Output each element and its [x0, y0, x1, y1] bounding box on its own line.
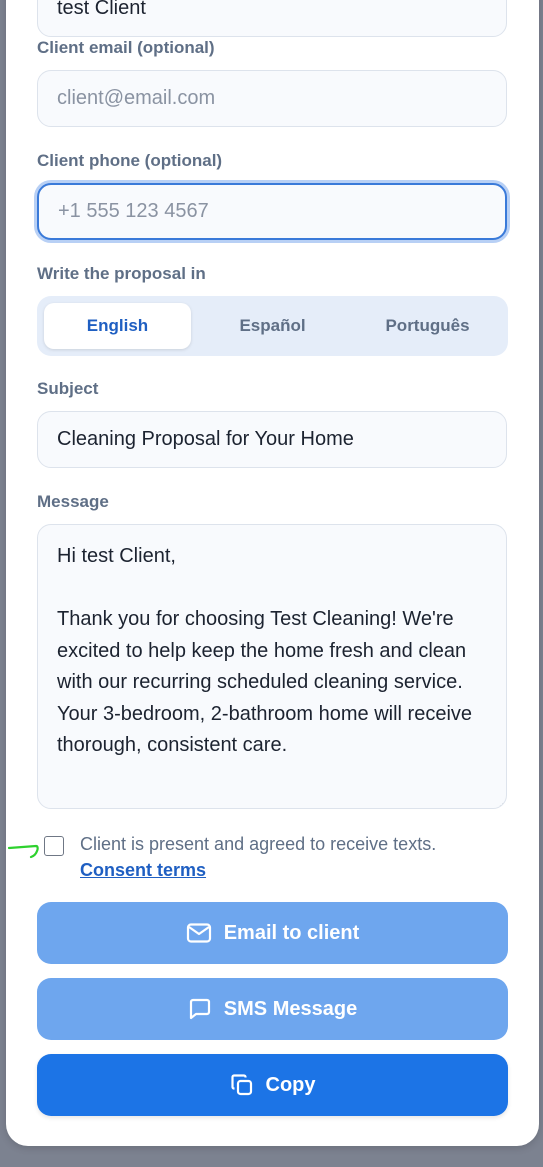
email-to-client-button[interactable]: Email to client	[37, 902, 508, 964]
sms-message-label: SMS Message	[223, 997, 358, 1020]
client-email-input[interactable]: client@email.com	[37, 70, 507, 127]
subject-label: Subject	[37, 379, 99, 398]
client-name-input[interactable]: test Client	[37, 0, 507, 37]
message-label: Message	[37, 492, 109, 511]
subject-value: Cleaning Proposal for Your Home	[57, 428, 354, 450]
copy-icon	[230, 1074, 252, 1096]
client-phone-label: Client phone (optional)	[37, 151, 223, 170]
language-label: Write the proposal in	[37, 264, 206, 283]
message-square-icon	[189, 998, 210, 1020]
consent-checkbox[interactable]	[44, 836, 64, 856]
sms-message-button[interactable]: SMS Message	[37, 978, 508, 1040]
client-email-label: Client email (optional)	[37, 38, 215, 57]
client-phone-placeholder: +1 555 123 4567	[58, 200, 209, 222]
copy-label: Copy	[265, 1073, 316, 1096]
language-option-portugues[interactable]: Português	[354, 303, 501, 349]
client-phone-input[interactable]: +1 555 123 4567	[37, 183, 507, 240]
language-option-english[interactable]: English	[44, 303, 191, 349]
subject-input[interactable]: Cleaning Proposal for Your Home	[37, 411, 507, 468]
pointer-annotation-icon	[8, 844, 39, 859]
mail-icon	[186, 923, 211, 943]
resize-grip-icon[interactable]: ⋰	[499, 800, 506, 808]
language-selector: English Español Português	[37, 296, 508, 356]
email-to-client-label: Email to client	[223, 921, 360, 944]
language-option-espanol[interactable]: Español	[199, 303, 346, 349]
consent-text: Client is present and agreed to receive …	[80, 834, 437, 854]
message-value: Hi test Client, Thank you for choosing T…	[57, 545, 473, 756]
copy-button[interactable]: Copy	[37, 1054, 508, 1116]
consent-terms-link[interactable]: Consent terms	[80, 860, 206, 881]
client-name-value: test Client	[57, 0, 146, 19]
message-textarea[interactable]: Hi test Client, Thank you for choosing T…	[37, 524, 507, 809]
client-email-placeholder: client@email.com	[57, 87, 216, 109]
